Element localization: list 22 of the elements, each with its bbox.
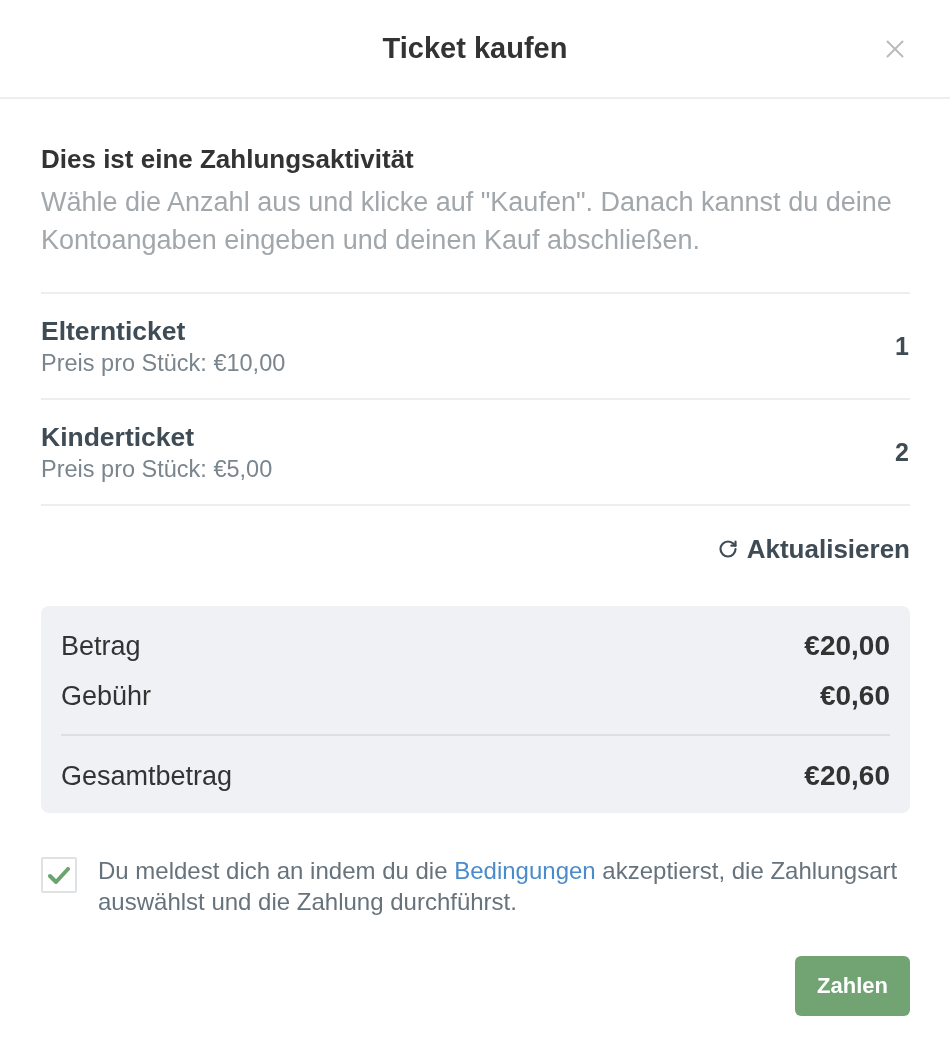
summary-label: Betrag: [61, 630, 141, 662]
refresh-icon: [717, 539, 738, 559]
summary-label: Gesamtbetrag: [61, 760, 233, 792]
summary-value: €20,60: [804, 760, 890, 792]
summary-label: Gebühr: [61, 680, 152, 712]
refresh-button[interactable]: Aktualisieren: [717, 533, 910, 565]
consent-text: Du meldest dich an indem du die Bedingungen akzeptierst, die Zahlungsart auswählst und die Zahlung durchführst.: [98, 856, 899, 917]
dialog-title: Ticket kaufen: [382, 32, 568, 65]
check-icon: [48, 866, 70, 884]
summary-value: €20,00: [804, 630, 890, 662]
ticket-price: Preis pro Stück: €5,00: [41, 454, 273, 483]
ticket-price: Preis pro Stück: €10,00: [41, 348, 286, 377]
consent-checkbox[interactable]: [41, 857, 77, 893]
ticket-quantity: 2: [895, 437, 910, 467]
ticket-name: Elternticket: [41, 315, 187, 346]
ticket-name: Kinderticket: [41, 421, 196, 452]
ticket-quantity: 1: [895, 331, 910, 361]
summary-value: €0,60: [819, 680, 890, 712]
section-heading: Dies ist eine Zahlungsaktivität: [41, 144, 415, 174]
terms-link[interactable]: Bedingungen: [454, 857, 596, 884]
instructions-text: Wähle die Anzahl aus und klicke auf "Kaufen". Danach kannst du deine Kontoangaben eingeben und deinen Kauf abschließen.: [41, 186, 893, 257]
pay-button[interactable]: Zahlen: [795, 956, 910, 1016]
